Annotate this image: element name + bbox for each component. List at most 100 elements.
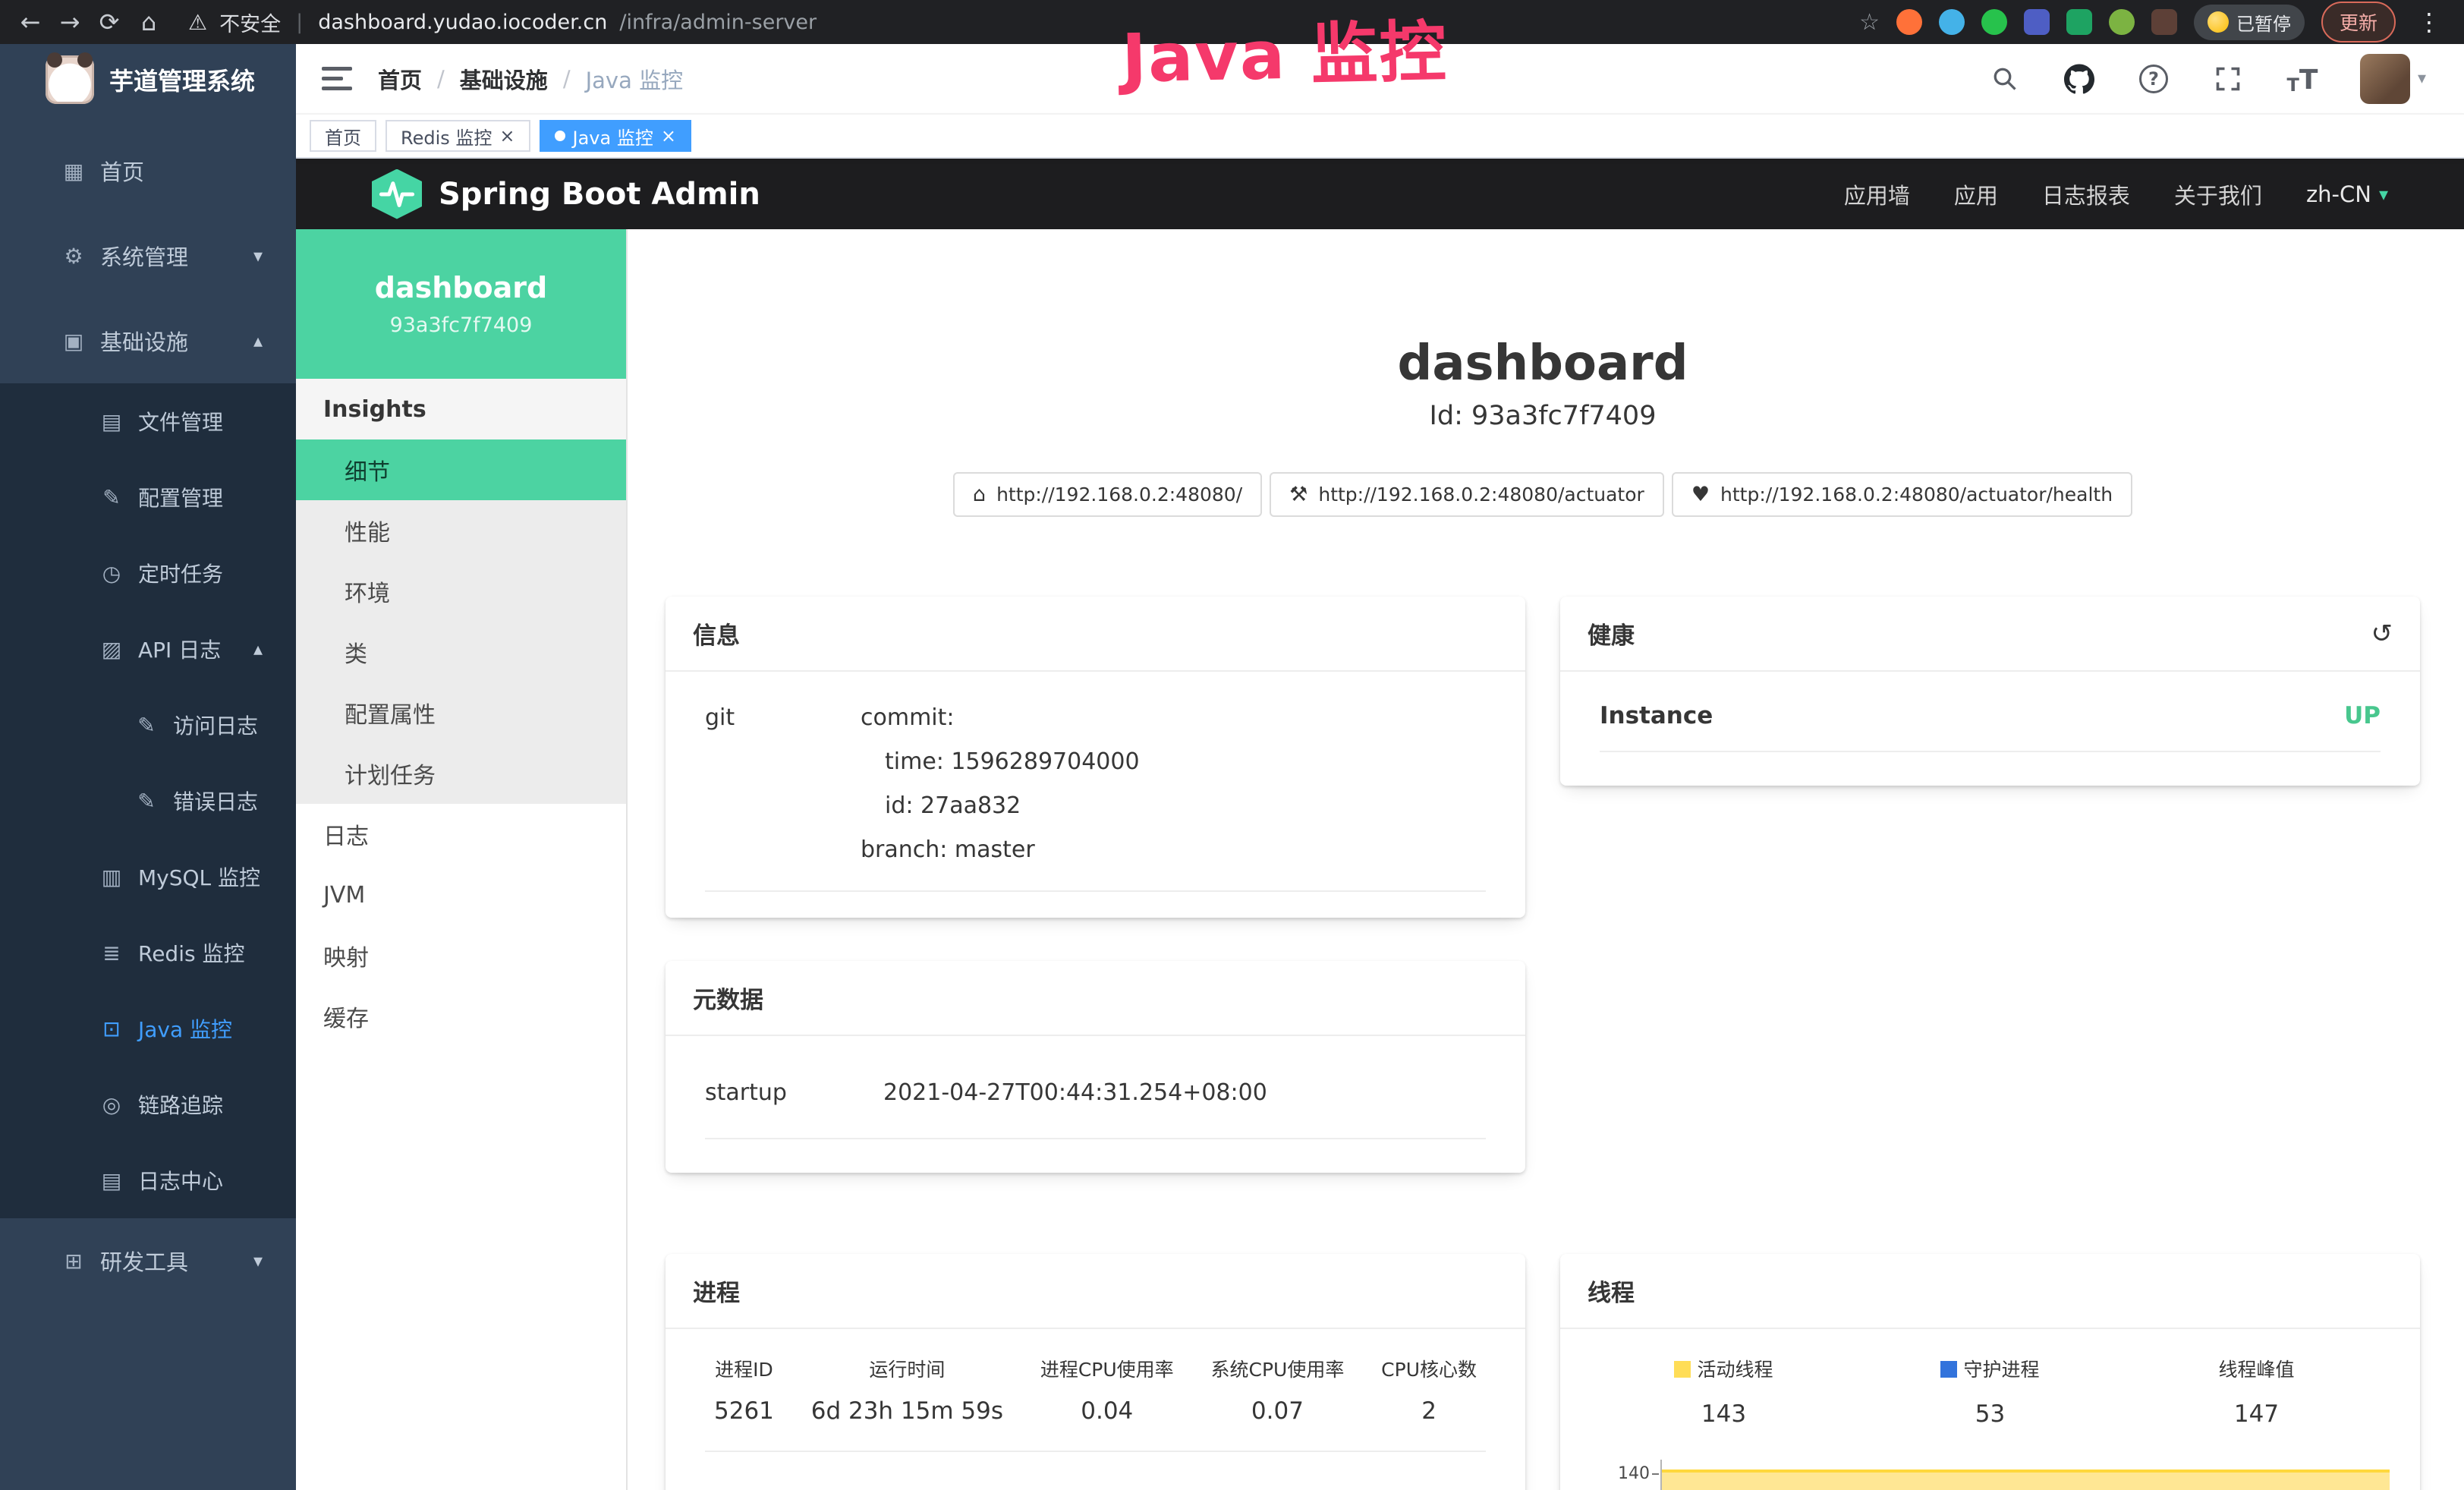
- tab-home[interactable]: 首页: [310, 120, 376, 152]
- info-card: 信息 git commit: time: 1596289704000 id: 2…: [666, 597, 1525, 918]
- instance-id-line: Id: 93a3fc7f7409: [666, 401, 2420, 431]
- font-size-icon[interactable]: TT: [2286, 62, 2319, 96]
- menu-section-insights: Insights: [296, 379, 626, 439]
- extension-icon[interactable]: [2109, 9, 2135, 35]
- help-icon[interactable]: [2137, 62, 2170, 96]
- service-url-button[interactable]: http://192.168.0.2:48080/: [953, 472, 1262, 517]
- sba-item-details[interactable]: 细节: [296, 439, 626, 500]
- sidebar-item-mysql-monitor[interactable]: MySQL 监控: [0, 839, 296, 915]
- bookmark-star-icon[interactable]: ☆: [1859, 9, 1880, 36]
- sidebar-item-redis-monitor[interactable]: Redis 监控: [0, 915, 296, 991]
- sidebar-item-dev-tools[interactable]: 研发工具 ▾: [0, 1218, 296, 1303]
- update-button[interactable]: 更新: [2321, 2, 2396, 43]
- sba-nav-journal[interactable]: 日志报表: [2042, 178, 2130, 210]
- file-icon: [99, 409, 124, 434]
- hamburger-icon[interactable]: [322, 67, 355, 90]
- paused-badge[interactable]: 已暂停: [2194, 5, 2305, 40]
- logo-image: [46, 55, 94, 104]
- tab-redis-monitor[interactable]: Redis 监控: [385, 120, 530, 152]
- threads-chart: 140 120 100: [1591, 1460, 2390, 1490]
- breadcrumb-infrastructure[interactable]: 基础设施: [460, 63, 548, 95]
- metric-process-cpu: 进程CPU使用率 0.04: [1040, 1355, 1174, 1425]
- github-icon[interactable]: [2063, 62, 2096, 96]
- sba-item-mappings[interactable]: 映射: [296, 925, 626, 986]
- tags-view: 首页 Redis 监控 Java 监控: [296, 115, 2464, 159]
- sidebar-item-infrastructure[interactable]: 基础设施 ▴: [0, 298, 296, 383]
- info-row-git: git commit: time: 1596289704000 id: 27aa…: [705, 690, 1486, 892]
- card-title: 信息: [693, 616, 740, 650]
- api-log-icon: [99, 637, 124, 662]
- close-icon[interactable]: [499, 125, 515, 146]
- breadcrumb-home[interactable]: 首页: [378, 63, 422, 95]
- mysql-icon: [99, 865, 124, 890]
- sba-nav-applications[interactable]: 应用: [1954, 178, 1998, 210]
- sidebar-item-system[interactable]: 系统管理 ▾: [0, 213, 296, 298]
- home-icon[interactable]: ⌂: [129, 8, 168, 36]
- sba-item-environment[interactable]: 环境: [296, 561, 626, 622]
- sba-navbar: Spring Boot Admin 应用墙 应用 日志报表 关于我们 zh-CN…: [296, 159, 2464, 229]
- log-center-icon: [99, 1168, 124, 1193]
- heart-icon: [1691, 483, 1710, 506]
- reload-icon[interactable]: ⟳: [90, 8, 129, 36]
- extension-icon[interactable]: [1896, 9, 1922, 35]
- app-logo[interactable]: 芋道管理系统: [0, 44, 296, 115]
- extension-icon[interactable]: [2024, 9, 2050, 35]
- app-title: 芋道管理系统: [109, 62, 255, 97]
- sidebar-item-error-logs[interactable]: 错误日志: [0, 763, 296, 839]
- sidebar-item-log-center[interactable]: 日志中心: [0, 1142, 296, 1218]
- actuator-url-button[interactable]: http://192.168.0.2:48080/actuator: [1270, 472, 1664, 517]
- metadata-row-startup: startup 2021-04-27T00:44:31.254+08:00: [705, 1066, 1486, 1139]
- legend-square-yellow: [1674, 1361, 1691, 1378]
- sidebar-item-home[interactable]: 首页: [0, 128, 296, 213]
- sidebar-menu: 首页 系统管理 ▾ 基础设施 ▴ 文件管理 配置管理 定时: [0, 115, 296, 1303]
- locale-selector[interactable]: zh-CN ▾: [2306, 181, 2388, 207]
- forward-icon[interactable]: →: [50, 8, 90, 36]
- sidebar-item-tracing[interactable]: 链路追踪: [0, 1066, 296, 1142]
- java-icon: [99, 1016, 124, 1041]
- tab-java-monitor[interactable]: Java 监控: [540, 120, 691, 152]
- extension-icon[interactable]: [1939, 9, 1965, 35]
- user-menu[interactable]: ▾: [2360, 54, 2426, 104]
- sidebar-item-scheduled-jobs[interactable]: 定时任务: [0, 535, 296, 611]
- sidebar-item-api-logs[interactable]: API 日志 ▴: [0, 611, 296, 687]
- status-badge: UP: [2344, 702, 2381, 729]
- sba-nav-about[interactable]: 关于我们: [2174, 178, 2262, 210]
- instance-header[interactable]: dashboard 93a3fc7f7409: [296, 229, 626, 379]
- sba-item-caches[interactable]: 缓存: [296, 986, 626, 1047]
- sba-item-performance[interactable]: 性能: [296, 500, 626, 561]
- extension-icon[interactable]: [1981, 9, 2007, 35]
- back-icon[interactable]: ←: [11, 8, 50, 36]
- sba-item-logs[interactable]: 日志: [296, 804, 626, 865]
- sba-item-classes[interactable]: 类: [296, 622, 626, 682]
- sba-item-scheduled-tasks[interactable]: 计划任务: [296, 743, 626, 804]
- sba-item-config-props[interactable]: 配置属性: [296, 682, 626, 743]
- sba-brand[interactable]: Spring Boot Admin: [372, 169, 760, 219]
- sidebar-item-access-logs[interactable]: 访问日志: [0, 687, 296, 763]
- sba-nav-wallboard[interactable]: 应用墙: [1844, 178, 1910, 210]
- fullscreen-icon[interactable]: [2211, 62, 2245, 96]
- tools-icon: [61, 1249, 87, 1274]
- search-icon[interactable]: [1988, 62, 2022, 96]
- browser-menu-icon[interactable]: ⋮: [2412, 8, 2446, 36]
- health-url-button[interactable]: http://192.168.0.2:48080/actuator/health: [1672, 472, 2132, 517]
- process-card: 进程 进程ID 5261 运行时间: [666, 1254, 1525, 1490]
- extension-icon[interactable]: [2066, 9, 2092, 35]
- schedule-icon: [99, 561, 124, 586]
- address-bar[interactable]: ⚠ 不安全 | dashboard.yudao.iocoder.cn/infra…: [188, 8, 817, 37]
- instance-id: 93a3fc7f7409: [390, 313, 533, 337]
- history-icon[interactable]: ↺: [2371, 619, 2393, 649]
- sba-item-jvm[interactable]: JVM: [296, 865, 626, 925]
- warning-icon[interactable]: ⚠: [188, 10, 207, 35]
- chevron-up-icon: ▴: [253, 638, 263, 660]
- card-title: 元数据: [693, 981, 763, 1015]
- legend-live-threads: 活动线程 143: [1591, 1355, 1857, 1428]
- legend-peak-threads: 线程峰值 147: [2123, 1355, 2390, 1428]
- sidebar-item-config-mgmt[interactable]: 配置管理: [0, 459, 296, 535]
- extension-icon[interactable]: [2151, 9, 2177, 35]
- card-title: 线程: [1588, 1274, 1635, 1308]
- dashboard-icon: [61, 159, 87, 184]
- close-icon[interactable]: [661, 125, 676, 146]
- sidebar-item-file-mgmt[interactable]: 文件管理: [0, 383, 296, 459]
- sidebar-item-java-monitor[interactable]: Java 监控: [0, 991, 296, 1066]
- breadcrumb-separator: /: [563, 66, 571, 92]
